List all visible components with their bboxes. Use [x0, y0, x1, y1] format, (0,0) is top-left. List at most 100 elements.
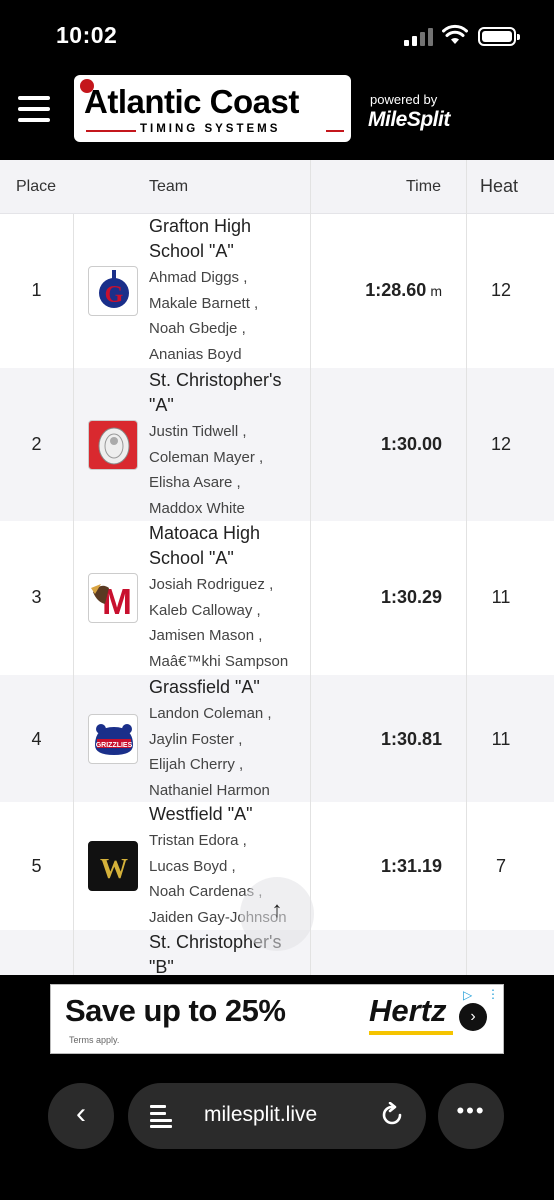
- reload-icon[interactable]: [379, 1102, 405, 1128]
- place-cell: 2: [31, 434, 42, 454]
- athlete-name[interactable]: Josiah Rodriguez ,: [149, 572, 309, 598]
- ad-choices-icon[interactable]: ▷: [463, 988, 479, 1002]
- page-info-icon[interactable]: [150, 1103, 172, 1129]
- athlete-name[interactable]: Elijah Cherry ,: [149, 752, 309, 778]
- athlete-name[interactable]: Kaleb Calloway ,: [149, 598, 309, 624]
- place-cell: 5: [31, 856, 42, 876]
- athlete-list: Ahmad Diggs , Makale Barnett , Noah Gbed…: [149, 265, 309, 367]
- time-value: 1:28.60: [365, 280, 427, 300]
- back-button[interactable]: ‹: [48, 1083, 114, 1149]
- heat-cell: 11: [491, 587, 511, 607]
- ad-headline: Save up to 25%: [65, 993, 286, 1028]
- time-cell: 1:30.81: [381, 729, 442, 750]
- chevron-left-icon: ‹: [76, 1097, 86, 1130]
- athlete-name[interactable]: Maddox White: [149, 496, 309, 522]
- time-cell: 1:28.60 m: [365, 280, 442, 301]
- heat-cell: 12: [490, 434, 512, 454]
- hertz-logo-underline: [369, 1031, 453, 1035]
- column-divider: [310, 160, 311, 975]
- matoaca-logo: M: [88, 573, 138, 623]
- time-value: 1:31.19: [380, 856, 442, 876]
- athlete-name[interactable]: Makale Barnett ,: [149, 291, 309, 317]
- table-row[interactable]: 3 M Matoaca High School "A" Josiah Rodri…: [0, 521, 554, 675]
- column-divider: [73, 214, 74, 975]
- athlete-name[interactable]: Justin Tidwell ,: [149, 419, 309, 445]
- status-bar: 10:02: [0, 0, 554, 70]
- athlete-list: Josiah Rodriguez , Kaleb Calloway , Jami…: [149, 572, 309, 674]
- logo-divider: [326, 130, 344, 132]
- powered-by-label: powered by: [370, 92, 438, 107]
- arrow-up-icon: ↑: [271, 897, 283, 922]
- athlete-name[interactable]: Tristan Edora ,: [149, 828, 309, 854]
- milesplit-logo[interactable]: MileSplit: [368, 108, 450, 132]
- time-unit: m: [430, 283, 442, 299]
- place-cell: 1: [31, 280, 42, 300]
- athlete-name[interactable]: Elisha Asare ,: [149, 470, 309, 496]
- battery-icon: [478, 27, 520, 46]
- grassfield-logo: GRIZZLIES: [88, 714, 138, 764]
- time-cell: 1:30.29: [381, 587, 442, 608]
- address-bar[interactable]: milesplit.live: [128, 1083, 426, 1149]
- svg-text:W: W: [100, 854, 128, 885]
- svg-text:GRIZZLIES: GRIZZLIES: [96, 742, 133, 749]
- team-name[interactable]: Matoaca High School "A": [149, 521, 309, 571]
- table-row[interactable]: 2 St. Christopher's "A" Justin Tidwell ,…: [0, 368, 554, 521]
- team-name[interactable]: Grafton High School "A": [149, 214, 309, 264]
- logo-title: Atlantic Coast: [84, 83, 299, 120]
- time-value: 1:30.81: [380, 729, 442, 749]
- team-name[interactable]: St. Christopher's "A": [149, 368, 309, 418]
- athlete-name[interactable]: Lucas Boyd ,: [149, 854, 309, 880]
- athlete-list: Landon Coleman , Jaylin Foster , Elijah …: [149, 701, 309, 803]
- status-time: 10:02: [56, 22, 118, 48]
- athlete-name[interactable]: Ahmad Diggs ,: [149, 265, 309, 291]
- scroll-to-top-button[interactable]: ↑: [240, 877, 314, 951]
- athlete-name[interactable]: Jamisen Mason ,: [149, 623, 309, 649]
- athlete-name[interactable]: Coleman Mayer ,: [149, 445, 309, 471]
- heat-cell: 11: [491, 729, 511, 749]
- athlete-name[interactable]: Maâ€™khi Sampson: [149, 649, 309, 675]
- browser-toolbar: ‹ milesplit.live •••: [0, 1066, 554, 1200]
- team-name[interactable]: Grassfield "A": [149, 675, 309, 700]
- table-row[interactable]: 1 G Grafton High School "A" Ahmad Diggs …: [0, 214, 554, 368]
- column-divider: [466, 160, 467, 975]
- ad-terms: Terms apply.: [69, 1035, 120, 1045]
- time-value: 1:30.29: [380, 587, 442, 607]
- time-value: 1:30.00: [380, 434, 442, 454]
- ellipsis-icon: •••: [456, 1098, 486, 1123]
- athlete-name[interactable]: Nathaniel Harmon: [149, 778, 309, 804]
- logo-divider: [86, 130, 136, 132]
- athlete-name[interactable]: Noah Gbedje ,: [149, 316, 309, 342]
- athlete-name[interactable]: Jaylin Foster ,: [149, 727, 309, 753]
- logo-subtitle: TIMING SYSTEMS: [140, 123, 281, 135]
- more-options-button[interactable]: •••: [438, 1083, 504, 1149]
- atlantic-coast-logo[interactable]: Atlantic Coast TIMING SYSTEMS: [74, 75, 351, 142]
- athlete-name[interactable]: Landon Coleman ,: [149, 701, 309, 727]
- column-header-time[interactable]: Time: [406, 178, 441, 196]
- column-header-place[interactable]: Place: [16, 178, 56, 196]
- team-name[interactable]: Westfield "A": [149, 802, 309, 827]
- westfield-logo: W: [88, 841, 138, 891]
- wifi-icon: [442, 24, 468, 44]
- time-cell: 1:30.00: [381, 434, 442, 455]
- time-cell: 1:31.19: [381, 856, 442, 877]
- grafton-logo: G: [88, 266, 138, 316]
- cellular-signal-icon: [404, 28, 434, 46]
- advertisement-banner[interactable]: Save up to 25% Terms apply. Hertz › ▷ ⋮: [50, 984, 504, 1054]
- place-cell: 3: [31, 587, 42, 607]
- svg-text:G: G: [105, 282, 124, 308]
- st-christophers-logo: [88, 420, 138, 470]
- site-header: Atlantic Coast TIMING SYSTEMS powered by…: [0, 70, 554, 152]
- table-row[interactable]: 4 GRIZZLIES Grassfield "A" Landon Colema…: [0, 675, 554, 802]
- place-cell: 4: [31, 729, 42, 749]
- column-header-heat[interactable]: Heat: [480, 176, 518, 197]
- url-text[interactable]: milesplit.live: [204, 1103, 317, 1127]
- results-table: Place Team Time Heat 1 G Grafton High Sc…: [0, 160, 554, 975]
- ad-options-icon[interactable]: ⋮: [487, 987, 499, 1003]
- heat-cell: 12: [490, 280, 512, 300]
- column-header-team[interactable]: Team: [149, 178, 188, 196]
- hertz-logo: Hertz: [369, 993, 447, 1028]
- chevron-right-icon[interactable]: ›: [459, 1003, 487, 1031]
- table-header: Place Team Time Heat: [0, 160, 554, 214]
- menu-icon[interactable]: [18, 96, 50, 122]
- athlete-name[interactable]: Ananias Boyd: [149, 342, 309, 368]
